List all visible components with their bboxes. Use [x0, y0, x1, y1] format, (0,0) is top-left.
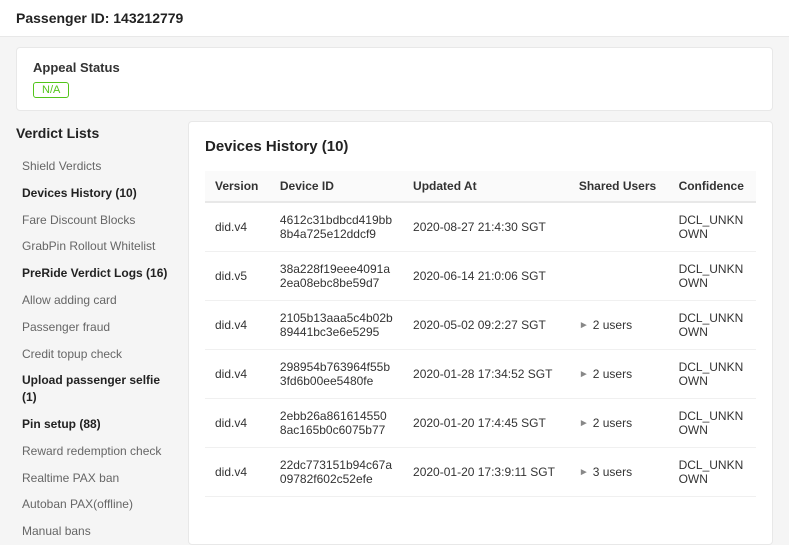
- row-4-device-id: 2ebb26a8616145508ac165b0c6075b77: [270, 399, 403, 448]
- row-5-shared-users[interactable]: ► 3 users: [569, 448, 669, 497]
- row-3-users-link[interactable]: ► 2 users: [579, 367, 659, 381]
- row-0-device-id: 4612c31bdbcd419bb8b4a725e12ddcf9: [270, 202, 403, 252]
- row-4-confidence: DCL_UNKNOWN: [669, 399, 756, 448]
- row-0-updated-at: 2020-08-27 21:4:30 SGT: [403, 202, 569, 252]
- col-version: Version: [205, 171, 270, 202]
- verdict-lists-title: Verdict Lists: [16, 121, 176, 145]
- sidebar-item-6[interactable]: Passenger fraud: [16, 314, 176, 341]
- row-0-confidence: DCL_UNKNOWN: [669, 202, 756, 252]
- row-2-shared-users[interactable]: ► 2 users: [569, 301, 669, 350]
- row-3-device-id: 298954b763964f55b3fd6b00ee5480fe: [270, 350, 403, 399]
- sidebar-item-13[interactable]: Manual bans: [16, 518, 176, 545]
- sidebar-item-12[interactable]: Autoban PAX(offline): [16, 491, 176, 518]
- row-1-updated-at: 2020-06-14 21:0:06 SGT: [403, 252, 569, 301]
- row-5-users-link[interactable]: ► 3 users: [579, 465, 659, 479]
- appeal-status-label: Appeal Status: [33, 60, 756, 75]
- col-shared-users: Shared Users: [569, 171, 669, 202]
- row-4-updated-at: 2020-01-20 17:4:45 SGT: [403, 399, 569, 448]
- row-2-version: did.v4: [205, 301, 270, 350]
- chevron-icon: ►: [579, 418, 589, 429]
- col-updated-at: Updated At: [403, 171, 569, 202]
- row-3-version: did.v4: [205, 350, 270, 399]
- content-title: Devices History (10): [205, 138, 756, 155]
- sidebar: Verdict Lists Shield VerdictsDevices His…: [16, 121, 176, 545]
- table-body: did.v44612c31bdbcd419bb8b4a725e12ddcf920…: [205, 202, 756, 497]
- appeal-status-badge: N/A: [33, 82, 69, 98]
- sidebar-item-10[interactable]: Reward redemption check: [16, 438, 176, 465]
- row-2-confidence: DCL_UNKNOWN: [669, 301, 756, 350]
- table-header: Version Device ID Updated At Shared User…: [205, 171, 756, 202]
- table-row: did.v42105b13aaa5c4b02b89441bc3e6e529520…: [205, 301, 756, 350]
- table-header-row: Version Device ID Updated At Shared User…: [205, 171, 756, 202]
- page-header: Passenger ID: 143212779: [0, 0, 789, 37]
- row-0-version: did.v4: [205, 202, 270, 252]
- chevron-icon: ►: [579, 320, 589, 331]
- sidebar-item-3[interactable]: GrabPin Rollout Whitelist: [16, 233, 176, 260]
- row-4-shared-users[interactable]: ► 2 users: [569, 399, 669, 448]
- row-3-shared-users[interactable]: ► 2 users: [569, 350, 669, 399]
- sidebar-item-5[interactable]: Allow adding card: [16, 287, 176, 314]
- devices-table: Version Device ID Updated At Shared User…: [205, 171, 756, 497]
- sidebar-item-11[interactable]: Realtime PAX ban: [16, 465, 176, 492]
- row-5-updated-at: 2020-01-20 17:3:9:11 SGT: [403, 448, 569, 497]
- row-0-shared-users: [569, 202, 669, 252]
- sidebar-item-7[interactable]: Credit topup check: [16, 341, 176, 368]
- appeal-status-box: Appeal Status N/A: [16, 47, 773, 111]
- row-3-confidence: DCL_UNKNOWN: [669, 350, 756, 399]
- table-row: did.v538a228f19eee4091a2ea08ebc8be59d720…: [205, 252, 756, 301]
- table-row: did.v422dc773151b94c67a09782f602c52efe20…: [205, 448, 756, 497]
- sidebar-item-8[interactable]: Upload passenger selfie (1): [16, 367, 176, 411]
- col-confidence: Confidence: [669, 171, 756, 202]
- sidebar-item-1[interactable]: Devices History (10): [16, 180, 176, 207]
- sidebar-item-0[interactable]: Shield Verdicts: [16, 153, 176, 180]
- row-1-shared-users: [569, 252, 669, 301]
- table-row: did.v44612c31bdbcd419bb8b4a725e12ddcf920…: [205, 202, 756, 252]
- sidebar-item-4[interactable]: PreRide Verdict Logs (16): [16, 260, 176, 287]
- chevron-icon: ►: [579, 467, 589, 478]
- col-device-id: Device ID: [270, 171, 403, 202]
- sidebar-item-2[interactable]: Fare Discount Blocks: [16, 207, 176, 234]
- row-4-users-link[interactable]: ► 2 users: [579, 416, 659, 430]
- row-1-confidence: DCL_UNKNOWN: [669, 252, 756, 301]
- row-5-device-id: 22dc773151b94c67a09782f602c52efe: [270, 448, 403, 497]
- sidebar-item-9[interactable]: Pin setup (88): [16, 411, 176, 438]
- row-5-version: did.v4: [205, 448, 270, 497]
- row-2-device-id: 2105b13aaa5c4b02b89441bc3e6e5295: [270, 301, 403, 350]
- row-2-updated-at: 2020-05-02 09:2:27 SGT: [403, 301, 569, 350]
- sidebar-items: Shield VerdictsDevices History (10)Fare …: [16, 153, 176, 545]
- row-1-device-id: 38a228f19eee4091a2ea08ebc8be59d7: [270, 252, 403, 301]
- row-4-version: did.v4: [205, 399, 270, 448]
- row-5-confidence: DCL_UNKNOWN: [669, 448, 756, 497]
- row-2-users-link[interactable]: ► 2 users: [579, 318, 659, 332]
- main-layout: Verdict Lists Shield VerdictsDevices His…: [16, 121, 773, 545]
- table-row: did.v42ebb26a8616145508ac165b0c6075b7720…: [205, 399, 756, 448]
- table-row: did.v4298954b763964f55b3fd6b00ee5480fe20…: [205, 350, 756, 399]
- row-1-version: did.v5: [205, 252, 270, 301]
- passenger-id: Passenger ID: 143212779: [16, 10, 183, 26]
- content-panel: Devices History (10) Version Device ID U…: [188, 121, 773, 545]
- row-3-updated-at: 2020-01-28 17:34:52 SGT: [403, 350, 569, 399]
- chevron-icon: ►: [579, 369, 589, 380]
